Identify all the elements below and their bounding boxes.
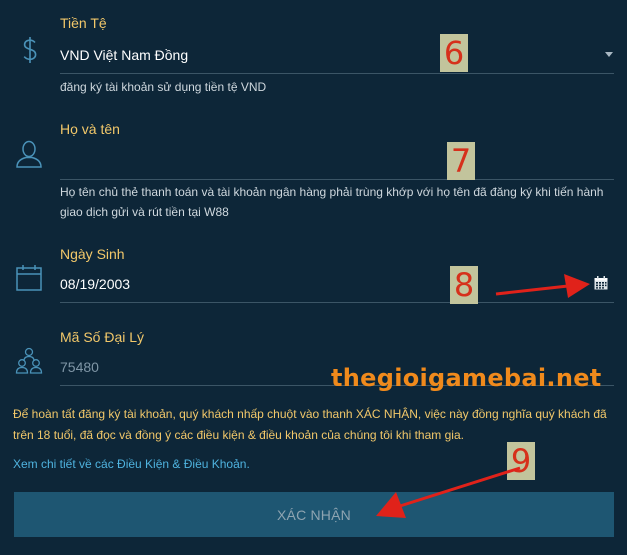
calendar-icon (16, 265, 42, 291)
agent-code-input[interactable]: 75480 (60, 359, 99, 375)
currency-help: đăng ký tài khoản sử dụng tiền tệ VND (60, 80, 267, 94)
annotation-badge-6: 6 (440, 34, 468, 72)
dollar-icon (20, 36, 40, 64)
full-name-help: Họ tên chủ thẻ thanh toán và tài khoản n… (60, 185, 604, 219)
full-name-input[interactable] (60, 153, 614, 173)
terms-link[interactable]: Xem chi tiết về các Điều Kiện & Điều Kho… (13, 456, 250, 472)
annotation-badge-7: 7 (447, 142, 475, 180)
currency-label: Tiền Tệ (60, 15, 107, 31)
annotation-badge-8: 8 (450, 266, 478, 304)
full-name-label: Họ và tên (60, 121, 120, 137)
group-icon (15, 346, 43, 374)
user-icon (14, 139, 44, 169)
watermark: thegioigamebai.net (331, 364, 602, 392)
agent-code-label: Mã Số Đại Lý (60, 329, 145, 345)
currency-select[interactable]: VND Việt Nam Đồng (60, 47, 188, 63)
full-name-underline (60, 179, 614, 180)
date-picker-icon[interactable] (594, 276, 608, 290)
annotation-arrow-8 (495, 274, 590, 298)
birth-date-underline (60, 302, 614, 303)
birth-date-label: Ngày Sinh (60, 246, 125, 262)
terms-text: Để hoàn tất đăng ký tài khoản, quý khách… (13, 407, 607, 442)
annotation-arrow-9 (376, 466, 521, 518)
chevron-down-icon[interactable] (605, 52, 613, 57)
currency-underline (60, 73, 614, 74)
birth-date-input[interactable]: 08/19/2003 (60, 276, 130, 292)
